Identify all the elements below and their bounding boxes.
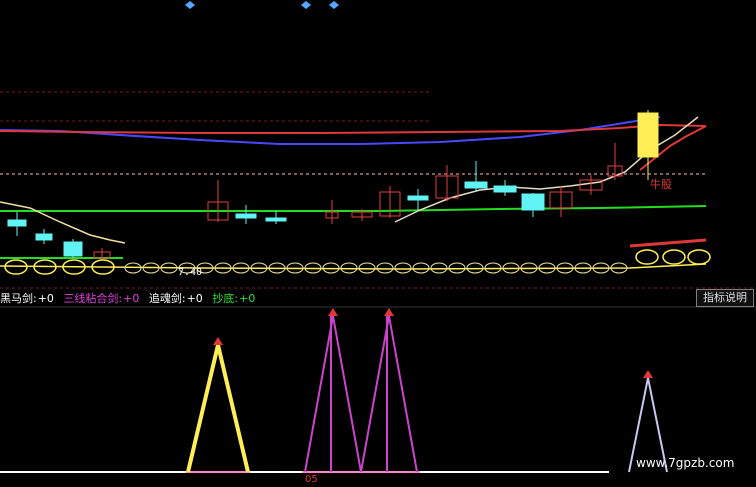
chart-canvas [0,1,756,473]
indicator-legend: 黑马剑:+0 三线粘合剑:+0 追魂剑:+0 抄底:+0 [0,291,261,307]
candle-down [637,112,659,158]
yellow-base-line [0,263,707,270]
magenta-signal-spike [360,315,418,473]
signal-circle [662,249,686,265]
price-lines [0,116,707,270]
triangle-up-icon [213,337,223,345]
candle-down [407,195,429,201]
top-markers [185,1,339,9]
watermark-text: www.7gpzb.com [636,456,735,470]
candle-down [7,219,27,227]
legend-value-chaodi: +0 [239,292,256,305]
diamond-icon [301,1,311,9]
legend-value-heima: +0 [37,292,54,305]
signal-circle [376,262,394,274]
legend-label-zhuihun: 追魂剑: [148,292,186,305]
candle-down [265,217,287,222]
green-ma-line [0,205,707,212]
yellow-signal-spike [186,344,250,473]
magenta-signal-spike [304,315,362,473]
legend-value-sanxian: +0 [123,292,140,305]
signal-circle [412,262,430,274]
legend-label-heima: 黑马剑: [0,292,37,305]
time-axis-label: 05 [305,474,318,485]
stock-label: 牛股 [650,178,672,191]
signal-circle [687,249,711,265]
price-level-label: 7.40 [178,267,203,278]
red-breakout-line [629,238,707,248]
bottom-circles [4,249,711,275]
candle-down [35,233,53,241]
indicator-help-button[interactable]: 指标说明 [696,289,754,307]
legend-value-zhuihun: +0 [186,292,203,305]
triangle-up-icon [643,370,653,378]
legend-label-chaodi: 抄底: [212,292,239,305]
indicator-panel [0,308,668,473]
signal-circle [394,262,412,274]
triangle-up-icon [384,308,394,316]
candle-down [464,181,488,189]
diamond-icon [329,1,339,9]
candle-down [521,193,545,211]
signal-circle [430,262,448,274]
triangle-up-icon [328,308,338,316]
diamond-icon [185,1,195,9]
candle-down [235,213,257,219]
candle-down [63,241,83,257]
candle-down [493,185,517,193]
signal-circle [635,249,659,265]
legend-label-sanxian: 三线粘合剑: [63,292,123,305]
signal-circle [358,262,376,274]
signal-circle [4,259,28,275]
